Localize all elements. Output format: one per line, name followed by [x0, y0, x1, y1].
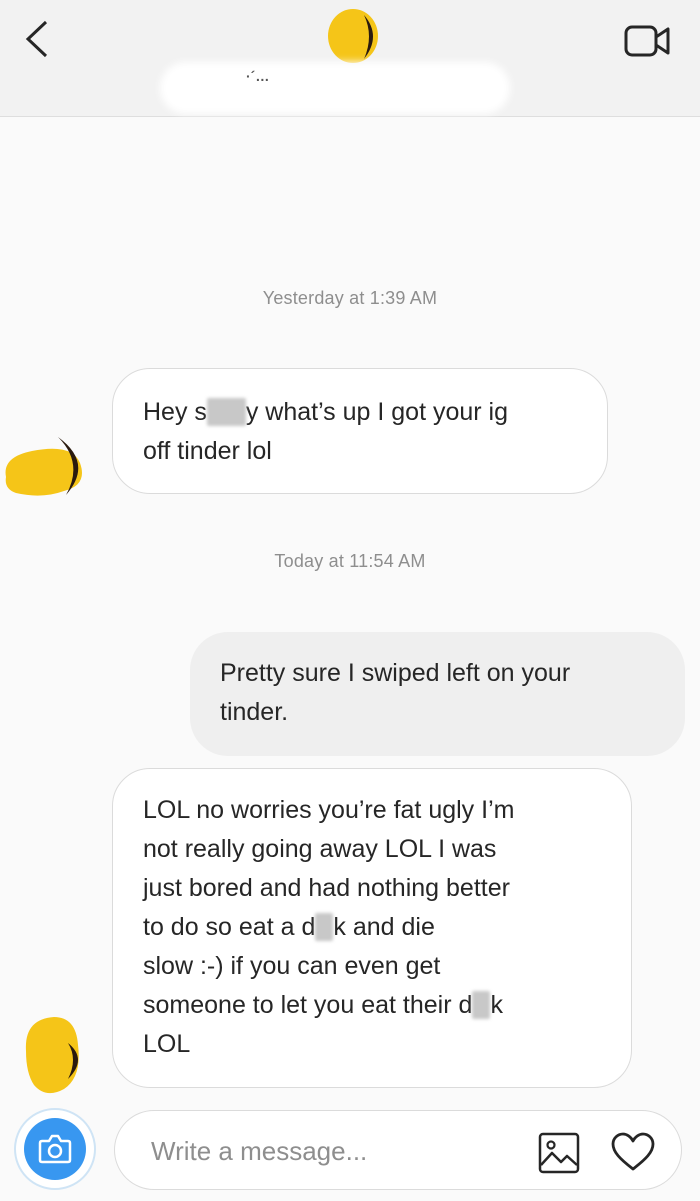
contact-avatar[interactable]: [326, 7, 382, 65]
message-composer: [0, 1100, 700, 1201]
censored-text: ic: [472, 991, 491, 1019]
gallery-button[interactable]: [537, 1131, 581, 1175]
message-input-container: [114, 1110, 682, 1190]
timestamp-today: Today at 11:54 AM: [274, 551, 426, 571]
censored-text: ic: [315, 913, 334, 941]
message-line: off tinder lol: [143, 437, 272, 465]
message-line: tinder.: [220, 698, 289, 726]
message-line: not really going away LOL I was: [143, 835, 497, 863]
sender-avatar[interactable]: [22, 1015, 86, 1100]
heart-icon: [611, 1132, 655, 1171]
message-line: slow :-) if you can even get: [143, 952, 441, 980]
message-line: to do so eat a dick and die: [143, 913, 435, 941]
video-camera-icon: [624, 25, 670, 57]
video-call-button[interactable]: [624, 22, 672, 60]
message-line: LOL no worries you’re fat ugly I’m: [143, 796, 515, 824]
camera-icon: [38, 1134, 72, 1164]
camera-button[interactable]: [14, 1108, 96, 1190]
like-button[interactable]: [610, 1131, 656, 1173]
image-gallery-icon: [538, 1132, 580, 1174]
back-button[interactable]: [20, 18, 56, 60]
contact-name-fragment: ·´…: [246, 68, 270, 84]
outgoing-message-bubble[interactable]: Pretty sure I swiped left on your tinder…: [190, 632, 685, 756]
message-line: someone to let you eat their dick: [143, 991, 503, 1019]
timestamp-yesterday: Yesterday at 1:39 AM: [262, 288, 438, 308]
message-line: just bored and had nothing better: [143, 874, 510, 902]
incoming-message-bubble[interactable]: LOL no worries you’re fat ugly I’m not r…: [112, 768, 632, 1088]
message-line: Hey sexyy what’s up I got your ig: [143, 398, 508, 426]
contact-name-redacted: [160, 62, 510, 114]
message-input[interactable]: [149, 1133, 483, 1169]
message-line: LOL: [143, 1030, 191, 1058]
message-line: Pretty sure I swiped left on your: [220, 659, 571, 687]
incoming-message-bubble[interactable]: Hey sexyy what’s up I got your ig off ti…: [112, 368, 608, 494]
sender-avatar[interactable]: [2, 433, 86, 502]
censored-text: exy: [206, 398, 246, 426]
conversation-header: ·´…: [0, 0, 700, 117]
chevron-left-icon: [25, 20, 48, 58]
